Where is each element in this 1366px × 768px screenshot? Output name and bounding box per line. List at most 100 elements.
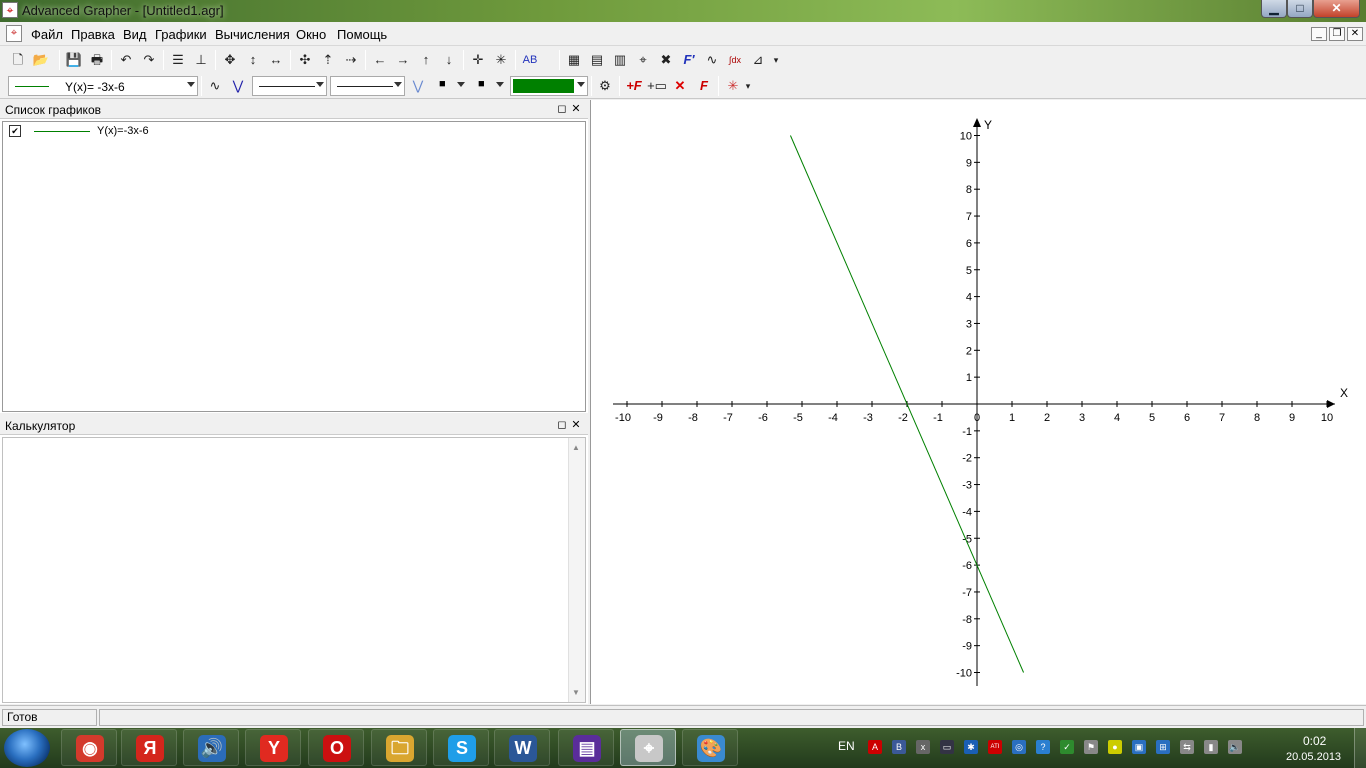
move-horizontal-icon[interactable]: ↔ [266,51,286,69]
fill-combo[interactable]: ■ [471,76,507,96]
mdi-minimize-button[interactable]: _ [1311,27,1327,41]
maximize-button[interactable]: □ [1287,0,1313,18]
panel-float-button[interactable]: ◻ [556,419,568,431]
arrow-down-icon[interactable]: ↓ [439,51,459,69]
minimize-button[interactable]: ▁ [1261,0,1287,18]
menu-window[interactable]: Окно [296,27,326,42]
move-vertical-icon[interactable]: ↕ [243,51,263,69]
arrow-right-icon[interactable]: → [393,51,413,69]
flag-icon[interactable]: ⚑ [1084,740,1098,754]
opera-task[interactable]: O [308,729,364,766]
start-button[interactable] [4,729,50,767]
clock-date[interactable]: 20.05.2013 [1286,751,1341,763]
document-icon[interactable]: ⌖ [6,25,22,42]
zoom-in-icon[interactable]: ✣ [295,51,315,69]
delete-graph-icon[interactable]: ✕ [670,77,690,95]
panel-icon[interactable]: ▦ [564,51,584,69]
security-icon[interactable]: ✓ [1060,740,1074,754]
scroll-down-icon[interactable]: ▼ [572,688,580,697]
panel-float-button[interactable]: ◻ [556,103,568,115]
add-table-icon[interactable]: +▭ [647,77,667,95]
skype-task[interactable]: S [433,729,489,766]
signal-icon[interactable]: ▮ [1204,740,1218,754]
trace-icon[interactable]: ⌖ [633,51,653,69]
line-style-combo[interactable] [252,76,327,96]
chat-icon[interactable]: ▣ [1132,740,1146,754]
menu-help[interactable]: Помощь [337,27,387,42]
open-file-icon[interactable]: 📂 [31,51,51,69]
redo-icon[interactable]: ↷ [139,51,159,69]
calculator-icon[interactable]: ▤ [587,51,607,69]
graph-selector[interactable]: Y(x)= -3x-6 [8,76,198,96]
mdi-restore-button[interactable]: ❐ [1329,27,1345,41]
lightbulb-icon[interactable]: ● [1108,740,1122,754]
graph-list-icon[interactable]: ☰ [168,51,188,69]
add-graph-icon[interactable]: +F [624,77,644,95]
panel-close-button[interactable]: ✕ [570,419,582,431]
vk-icon[interactable]: B [892,740,906,754]
panel-close-button[interactable]: ✕ [570,103,582,115]
title-bar[interactable]: ⌖ Advanced Grapher - [Untitled1.agr] ▁ □… [0,0,1366,22]
audio-task[interactable]: 🔊 [183,729,239,766]
print-icon[interactable]: 🖶 [87,51,107,69]
volume-icon[interactable]: 🔈 [1228,740,1242,754]
menu-edit[interactable]: Правка [71,27,115,42]
point-marker-combo[interactable]: ■ [432,76,468,96]
scroll-up-icon[interactable]: ▲ [572,443,580,452]
explorer-task[interactable]: 🗀 [371,729,427,766]
adobe-icon[interactable]: A [868,740,882,754]
chevron-down-icon[interactable]: ▾ [770,51,782,69]
ati-icon[interactable]: ATI [988,740,1002,754]
undo-icon[interactable]: ↶ [116,51,136,69]
derivative-icon[interactable]: F′ [679,51,699,69]
zoom-fit-icon[interactable]: ✳ [491,51,511,69]
move-icon[interactable]: ✥ [220,51,240,69]
new-file-icon[interactable]: 🗋 [8,51,28,69]
chevron-down-icon[interactable]: ▾ [742,77,754,95]
point-style-icon[interactable]: ⋁ [228,77,248,95]
paint-task[interactable]: 🎨 [682,729,738,766]
monitor-icon[interactable]: ▭ [940,740,954,754]
zoom-in-vertical-icon[interactable]: ⇡ [318,51,338,69]
mdi-close-button[interactable]: ✕ [1347,27,1363,41]
network-icon[interactable]: ⊞ [1156,740,1170,754]
table-icon[interactable]: ▥ [610,51,630,69]
app-icon[interactable]: ⌖ [2,2,18,18]
help-icon[interactable]: ? [1036,740,1050,754]
yandex-browser-task[interactable]: Y [245,729,301,766]
tools-icon[interactable]: ✳ [723,77,743,95]
menu-graphs[interactable]: Графики [155,27,207,42]
integral-icon[interactable]: ∫dx [725,51,745,69]
yandex-task[interactable]: Я [121,729,177,766]
grapher-task[interactable]: ⌖ [620,729,676,766]
close-button[interactable]: ✕ [1313,0,1360,18]
center-icon[interactable]: ✛ [468,51,488,69]
arrow-left-icon[interactable]: ← [370,51,390,69]
graph-visible-checkbox[interactable]: ✔ [9,125,21,137]
chrome-task[interactable]: ◉ [61,729,117,766]
calculator-area[interactable]: ▲ ▼ [2,437,586,703]
network-x-icon[interactable]: x [916,740,930,754]
show-desktop-button[interactable] [1354,728,1366,768]
graph-properties-icon[interactable]: ⚙ [595,77,615,95]
menu-calculations[interactable]: Вычисления [215,27,290,42]
edit-graph-icon[interactable]: F [694,77,714,95]
usb-icon[interactable]: ⇆ [1180,740,1194,754]
menu-file[interactable]: Файл [31,27,63,42]
labels-icon[interactable]: AB [520,51,540,69]
curve-style-icon[interactable]: ∿ [205,77,225,95]
list-item[interactable]: ✔ Y(x)=-3x-6 [9,124,309,140]
bluetooth-icon[interactable]: ✱ [964,740,978,754]
tangent-icon[interactable]: ∿ [702,51,722,69]
color-combo[interactable] [510,76,588,96]
update-icon[interactable]: ◎ [1012,740,1026,754]
clock-time[interactable]: 0:02 [1303,734,1326,748]
viewer-task[interactable]: ▤ [558,729,614,766]
axes-icon[interactable]: ⊥ [191,51,211,69]
zoom-in-horizontal-icon[interactable]: ⇢ [341,51,361,69]
menu-view[interactable]: Вид [123,27,147,42]
marker-icon[interactable]: ⋁ [408,77,428,95]
intersection-icon[interactable]: ✖ [656,51,676,69]
line-width-combo[interactable] [330,76,405,96]
language-indicator[interactable]: EN [838,739,855,753]
